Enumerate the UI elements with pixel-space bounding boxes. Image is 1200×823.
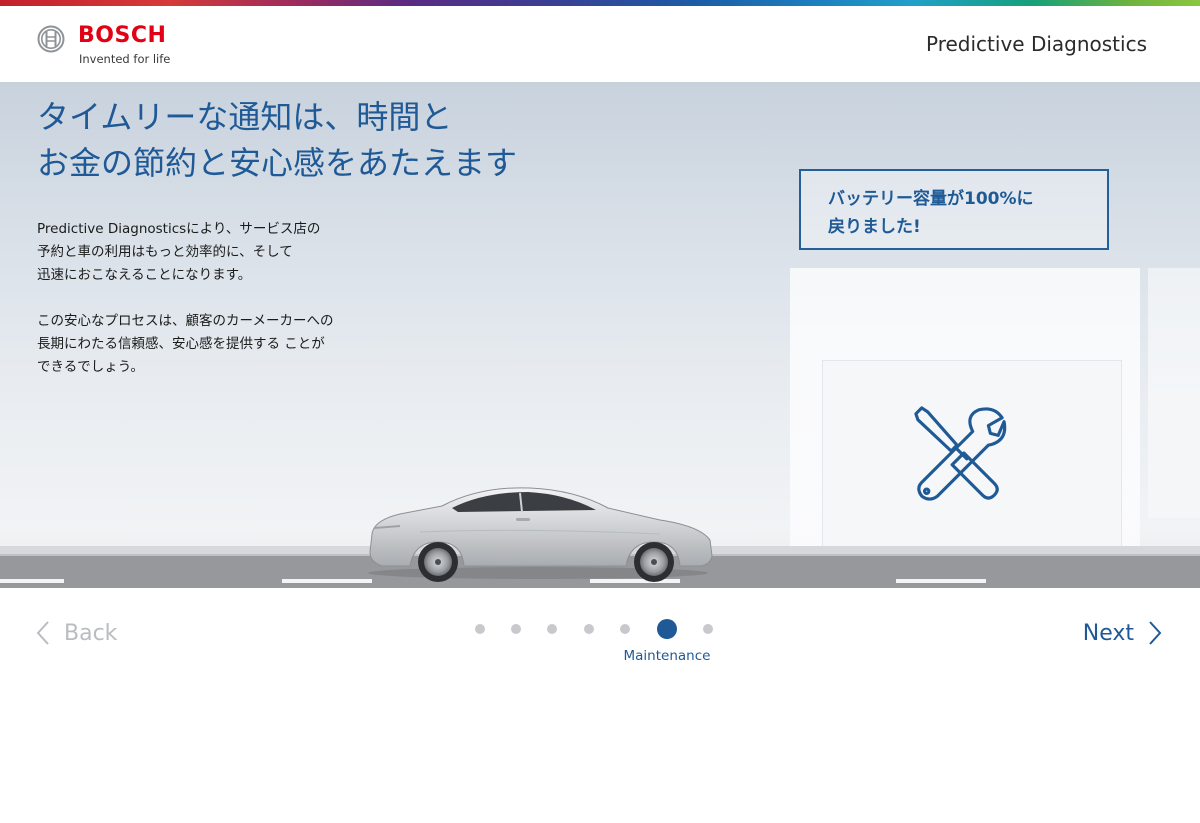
step-dot[interactable] <box>703 624 713 634</box>
step-indicator <box>470 619 720 639</box>
step-navigation: Back Maintenance Next <box>0 588 1200 678</box>
back-button[interactable]: Back <box>36 618 117 648</box>
headline-line-2: お金の節約と安心感をあたえます <box>37 144 518 182</box>
step-dot[interactable] <box>584 624 594 634</box>
lane-marking <box>896 579 986 583</box>
body-text: Predictive Diagnosticsにより、サービス店の 予約と車の利用… <box>37 218 333 402</box>
body-line: 迅速におこなえることになります。 <box>37 267 252 283</box>
body-line: 予約と車の利用はもっと効率的に、そして <box>37 244 293 260</box>
step-dot[interactable] <box>547 624 557 634</box>
header: BOSCH Invented for life Predictive Diagn… <box>0 6 1200 82</box>
body-paragraph-1: Predictive Diagnosticsにより、サービス店の 予約と車の利用… <box>37 218 333 287</box>
wrench-screwdriver-icon <box>914 406 1007 501</box>
step-dot-active[interactable] <box>657 619 677 639</box>
lane-marking <box>282 579 372 583</box>
chevron-right-icon <box>1149 621 1162 645</box>
lane-marking <box>0 579 64 583</box>
callout-line-2: 戻りました! <box>828 217 921 237</box>
body-line: 長期にわたる信頼感、安心感を提供する ことが <box>37 336 325 352</box>
body-paragraph-2: この安心なプロセスは、顧客のカーメーカーへの 長期にわたる信頼感、安心感を提供す… <box>37 310 333 379</box>
next-label: Next <box>1082 620 1134 646</box>
car-illustration <box>368 487 713 582</box>
headline-line-1: タイムリーな通知は、時間と <box>37 98 453 136</box>
brand-name: BOSCH <box>78 23 167 48</box>
callout-line-1: バッテリー容量が100%に <box>828 189 1034 209</box>
step-dot[interactable] <box>511 624 521 634</box>
bosch-armature-icon <box>37 25 65 53</box>
body-line: できるでしょう。 <box>37 359 144 375</box>
battery-status-callout: バッテリー容量が100%に 戻りました! <box>799 169 1109 250</box>
chevron-left-icon <box>36 621 49 645</box>
back-label: Back <box>64 620 118 646</box>
current-step-label: Maintenance <box>623 648 711 664</box>
app-title: Predictive Diagnostics <box>926 32 1147 56</box>
step-dot[interactable] <box>475 624 485 634</box>
step-dot[interactable] <box>620 624 630 634</box>
building-side <box>1148 268 1200 518</box>
callout-text: バッテリー容量が100%に 戻りました! <box>828 185 1034 241</box>
brand-tagline: Invented for life <box>79 52 171 66</box>
next-button[interactable]: Next <box>1083 618 1162 648</box>
body-line: この安心なプロセスは、顧客のカーメーカーへの <box>37 313 334 329</box>
illustration-scene: バッテリー容量が100%に 戻りました! タイムリーな通知は、時間と お金の節約… <box>0 82 1200 588</box>
body-line: Predictive Diagnosticsにより、サービス店の <box>37 221 321 237</box>
headline: タイムリーな通知は、時間と お金の節約と安心感をあたえます <box>37 94 517 186</box>
